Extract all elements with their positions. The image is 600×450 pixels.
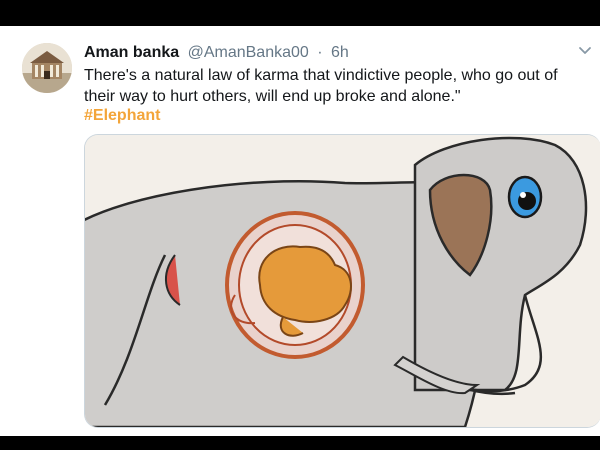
tweet-media-image[interactable] (84, 134, 600, 428)
avatar-image (22, 43, 72, 93)
chevron-down-icon[interactable] (578, 46, 592, 56)
separator-dot: · (317, 44, 323, 61)
author-name[interactable]: Aman banka (84, 44, 179, 61)
hashtag-link[interactable]: #Elephant (84, 106, 160, 126)
timestamp[interactable]: 6h (331, 44, 349, 61)
tweet-text: There's a natural law of karma that vind… (84, 67, 558, 105)
elephant-drawing (85, 135, 600, 427)
avatar[interactable] (22, 43, 72, 93)
tweet-header: Aman banka @AmanBanka00 · 6h (84, 43, 580, 63)
author-handle[interactable]: @AmanBanka00 (188, 44, 309, 61)
